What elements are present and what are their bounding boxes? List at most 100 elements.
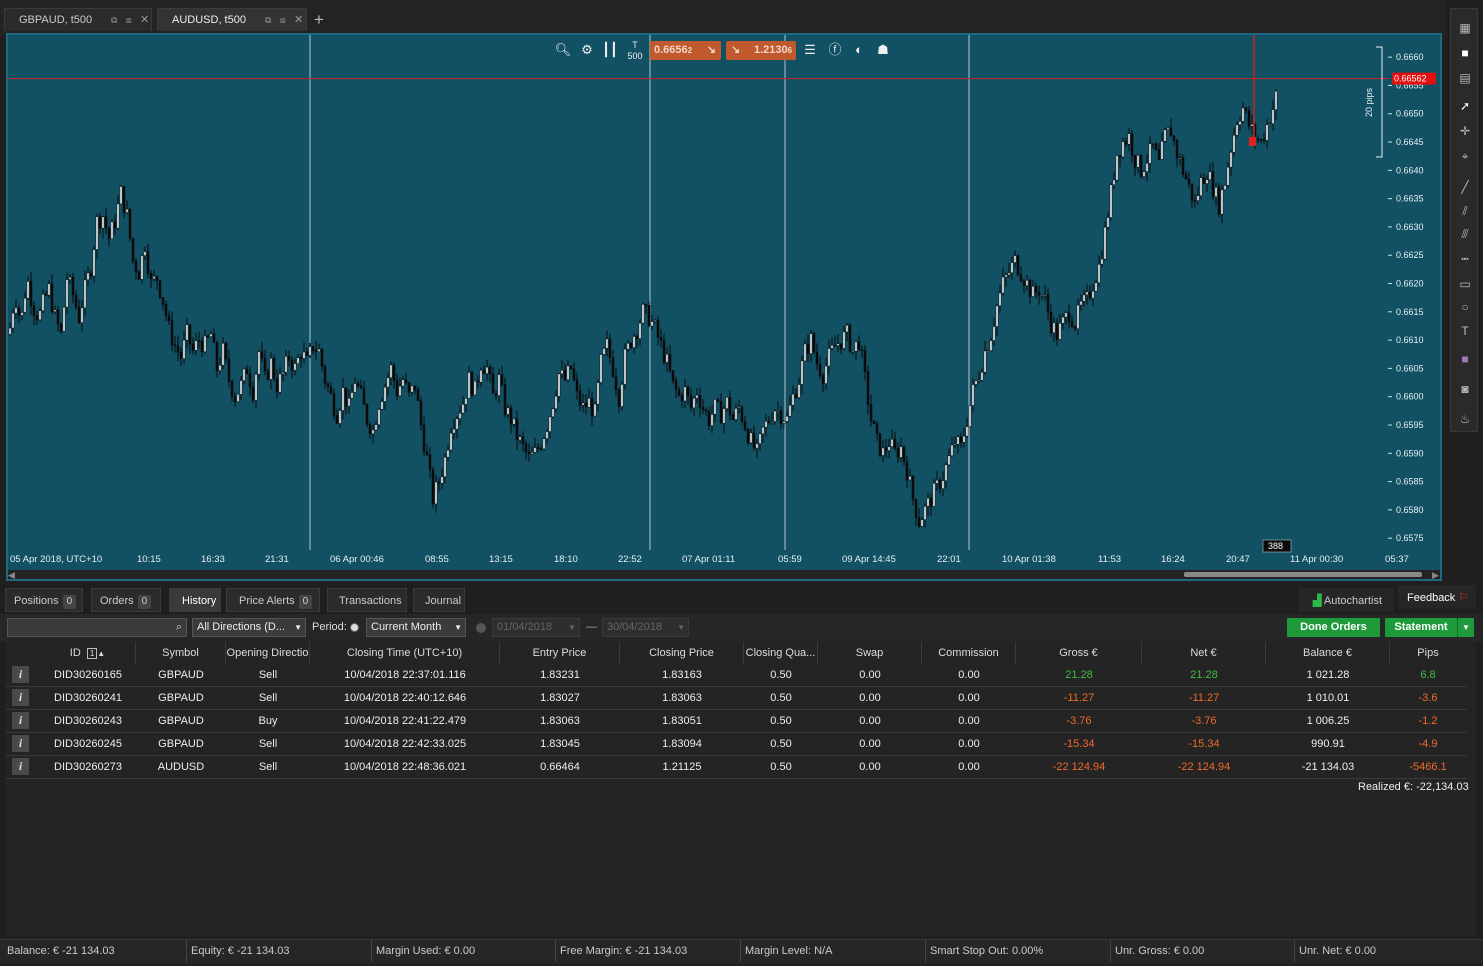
col-header-balance[interactable]: Balance €: [1266, 642, 1390, 664]
fibonacci-icon[interactable]: ⫽: [1451, 204, 1479, 219]
channel-icon[interactable]: ⫻: [1451, 227, 1479, 242]
line-icon[interactable]: ╱: [1451, 180, 1479, 194]
detach-icon[interactable]: ⧈: [280, 9, 286, 32]
info-icon[interactable]: i: [12, 735, 29, 752]
direction-select[interactable]: All Directions (D... ▼: [192, 618, 306, 637]
candle-body: [122, 186, 126, 213]
speaker-icon[interactable]: ◐: [849, 40, 869, 60]
cell-net: -22 124.94: [1177, 761, 1231, 773]
popout-icon[interactable]: ⧉: [265, 9, 271, 32]
chart-type-icon[interactable]: ┃┃: [600, 40, 620, 60]
col-header-closing-time[interactable]: Closing Time (UTC+10): [310, 642, 500, 664]
done-orders-button[interactable]: Done Orders: [1287, 618, 1380, 637]
autochartist-tab[interactable]: ▟ Autochartist: [1298, 588, 1394, 612]
table-row[interactable]: i DID30260273 AUDUSD Sell 10/04/2018 22:48:3…: [6, 756, 1467, 779]
col-header-pips[interactable]: Pips: [1390, 642, 1466, 664]
cursor-icon[interactable]: ➚: [1451, 99, 1479, 113]
tab-price-alerts[interactable]: Price Alerts 0: [226, 588, 320, 612]
tab-audusd[interactable]: AUDUSD, t500 ⧉ ⧈ ✕: [157, 8, 307, 31]
col-header-closing-qty[interactable]: Closing Qua...: [744, 642, 818, 664]
alert-bell-icon[interactable]: ♨: [1451, 412, 1479, 426]
col-header-direction[interactable]: Opening Directio: [226, 642, 310, 664]
tab-transactions[interactable]: Transactions: [327, 588, 407, 612]
col-header-symbol[interactable]: Symbol: [136, 642, 226, 664]
statement-dropdown[interactable]: ▼: [1457, 618, 1474, 637]
add-tab-icon[interactable]: +: [314, 10, 324, 30]
detach-icon[interactable]: ⧈: [126, 9, 132, 32]
candle-body: [35, 315, 39, 321]
candle-body: [392, 364, 396, 381]
period-select[interactable]: Current Month ▼: [366, 618, 466, 637]
price-chart[interactable]: 0.66600.66550.66500.66450.66400.66350.66…: [8, 35, 1440, 579]
zoom-icon[interactable]: 🔍︎: [553, 40, 573, 60]
trader-icon[interactable]: ☗: [873, 40, 893, 60]
candle-body: [182, 339, 186, 359]
tab-history[interactable]: History: [169, 588, 221, 612]
candle-body: [413, 385, 417, 390]
tab-orders[interactable]: Orders 0: [91, 588, 161, 612]
popout-icon[interactable]: ⧉: [111, 9, 117, 32]
hline-icon[interactable]: ┅: [1451, 252, 1479, 266]
x-tick-label: 16:24: [1161, 554, 1185, 565]
candle-body: [746, 429, 750, 444]
candle-body: [1214, 187, 1218, 198]
candle-body: [692, 397, 696, 409]
candle-body: [434, 481, 438, 505]
split-window-icon[interactable]: ▤: [1451, 71, 1479, 85]
list-icon[interactable]: ☰: [800, 40, 820, 60]
search-input[interactable]: ⌕: [7, 618, 187, 637]
crosshair-icon[interactable]: ✛: [1451, 124, 1479, 138]
candle-body: [812, 333, 816, 353]
close-icon[interactable]: ✕: [140, 9, 149, 32]
col-header-swap[interactable]: Swap: [818, 642, 922, 664]
candle-body: [38, 310, 42, 321]
sell-button[interactable]: 0.66562 ↘: [650, 41, 721, 60]
info-icon[interactable]: i: [12, 758, 29, 775]
feedback-button[interactable]: Feedback ⚐: [1398, 585, 1476, 609]
buy-button[interactable]: ↘ 1.21306: [726, 41, 796, 60]
col-header-id[interactable]: ID 1 ▲: [40, 642, 136, 664]
table-row[interactable]: i DID30260241 GBPAUD Sell 10/04/2018 22:40:1…: [6, 687, 1467, 710]
period-radio-range[interactable]: [476, 623, 486, 633]
tab-gbpaud[interactable]: GBPAUD, t500 ⧉ ⧈ ✕: [4, 8, 152, 31]
close-icon[interactable]: ✕: [294, 9, 303, 32]
table-row[interactable]: i DID30260243 GBPAUD Buy 10/04/2018 22:41:22…: [6, 710, 1467, 733]
zoom-icon[interactable]: ⌖: [1451, 149, 1479, 164]
layout-grid-icon[interactable]: ▦: [1451, 21, 1479, 35]
candle-body: [869, 404, 873, 422]
info-icon[interactable]: i: [12, 689, 29, 706]
status-label: Unr. Gross:: [1115, 945, 1171, 957]
facebook-icon[interactable]: ⓕ: [825, 40, 845, 60]
cell-net: -11.27: [1188, 692, 1220, 704]
candle-body: [317, 348, 321, 352]
tab-count-badge: 0: [62, 595, 77, 609]
date-from-input[interactable]: 01/04/2018 ▼: [492, 618, 580, 637]
ellipse-icon[interactable]: ○: [1451, 300, 1479, 314]
text-icon[interactable]: T: [1451, 324, 1479, 338]
camera-icon[interactable]: ◙: [1451, 382, 1479, 396]
table-row[interactable]: i DID30260245 GBPAUD Sell 10/04/2018 22:42:3…: [6, 733, 1467, 756]
rectangle-icon[interactable]: ▭: [1451, 277, 1479, 291]
candle-body: [809, 333, 813, 354]
timeframe-icon[interactable]: T 500: [625, 40, 645, 61]
table-row[interactable]: i DID30260165 GBPAUD Sell 10/04/2018 22:37:0…: [6, 664, 1467, 687]
col-header-entry-price[interactable]: Entry Price: [500, 642, 620, 664]
info-icon[interactable]: i: [12, 712, 29, 729]
y-tick-label: 0.6605: [1396, 363, 1424, 373]
single-window-icon[interactable]: ■: [1451, 46, 1479, 60]
col-header-closing-price[interactable]: Closing Price: [620, 642, 744, 664]
col-header-net[interactable]: Net €: [1142, 642, 1266, 664]
col-header-gross[interactable]: Gross €: [1016, 642, 1142, 664]
info-icon[interactable]: i: [12, 666, 29, 683]
color-swatch-icon[interactable]: ■: [1451, 352, 1479, 366]
tab-journal[interactable]: Journal: [413, 588, 465, 612]
col-header-commission[interactable]: Commission: [922, 642, 1016, 664]
chart-settings-icon[interactable]: ⚙︎: [577, 40, 597, 60]
period-radio-current[interactable]: [350, 623, 359, 632]
candle-body: [1151, 143, 1155, 145]
statement-button[interactable]: Statement: [1385, 618, 1457, 637]
tab-positions[interactable]: Positions 0: [5, 588, 83, 612]
x-tick-label: 22:01: [937, 554, 961, 565]
candle-body: [1106, 217, 1110, 228]
date-to-input[interactable]: 30/04/2018 ▼: [602, 618, 689, 637]
